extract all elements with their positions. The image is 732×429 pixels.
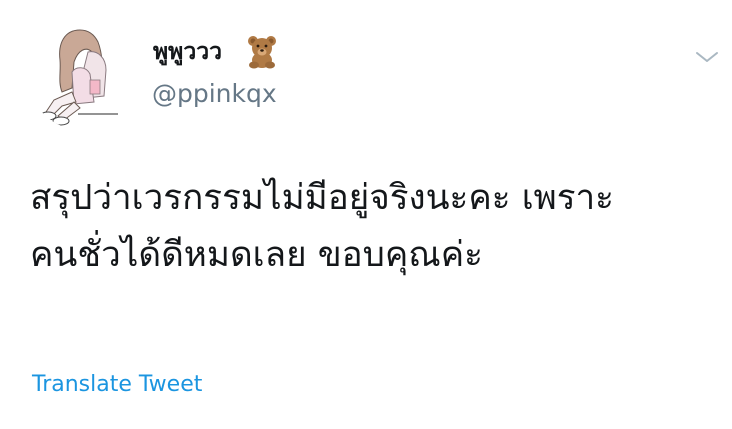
chevron-down-icon[interactable] bbox=[694, 48, 720, 66]
avatar[interactable] bbox=[28, 22, 136, 130]
avatar-illustration bbox=[28, 22, 136, 130]
author-display-name[interactable]: พูพูววว bbox=[153, 36, 222, 68]
tweet-text: สรุปว่าเวรกรรมไม่มีอยู่จริงนะคะ เพราะ คน… bbox=[30, 178, 614, 275]
teddy-bear-icon bbox=[244, 33, 280, 69]
translate-tweet-link[interactable]: Translate Tweet bbox=[32, 370, 202, 400]
author-handle[interactable]: @ppinkqx bbox=[152, 78, 277, 110]
tweet-card: พูพูววว @ppinkqx สรุปว่าเวรกรรมไม่มีอยู่… bbox=[0, 0, 732, 429]
